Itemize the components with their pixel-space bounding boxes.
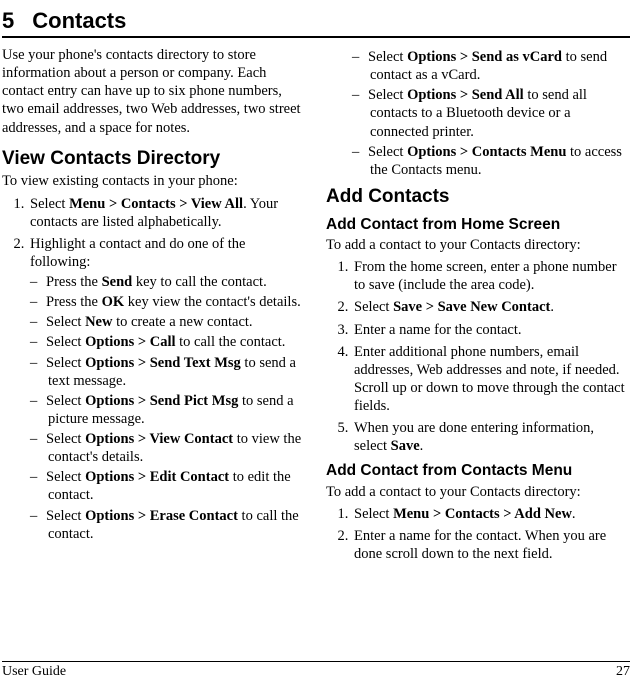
text: Press the [46,274,102,290]
bold: Menu > Contacts > View All [69,196,243,212]
page-footer: User Guide 27 [2,661,630,680]
page-number: 27 [616,664,630,680]
text: Select [368,49,407,65]
text: Select [30,196,69,212]
bold: Save [391,438,420,454]
step-2: Highlight a contact and do one of the fo… [28,235,306,543]
substep: –Select Options > Edit Contact to edit t… [30,468,306,504]
substep: –Press the Send key to call the contact. [30,273,306,291]
list-item: Select Save > Save New Contact. [352,298,630,316]
text: Select [46,431,85,447]
footer-left: User Guide [2,664,66,680]
chapter-name: Contacts [32,8,126,33]
list-item: Enter a name for the contact. [352,321,630,339]
bold: New [85,314,112,330]
text: Select [354,299,393,315]
text: Select [46,508,85,524]
bold: Send [102,274,133,290]
text: key to call the contact. [132,274,266,290]
text: Select [46,469,85,485]
bold: Options > Call [85,334,175,350]
text: to create a new contact. [112,314,252,330]
page: 5 Contacts Use your phone's contacts dire… [0,0,638,688]
column-left: Use your phone's contacts directory to s… [2,46,306,661]
bold: Options > Send as vCard [407,49,562,65]
bold: Options > Edit Contact [85,469,229,485]
add-menu-steps: Select Menu > Contacts > Add New. Enter … [326,505,630,563]
view-contacts-steps: Select Menu > Contacts > View All. Your … [2,195,306,543]
heading-view-contacts: View Contacts Directory [2,147,306,171]
chapter-number: 5 [2,8,14,33]
list-item: Enter additional phone numbers, email ad… [352,343,630,416]
add-home-steps: From the home screen, enter a phone numb… [326,258,630,455]
text: key view the contact's details. [124,294,301,310]
heading-add-from-home: Add Contact from Home Screen [326,215,630,234]
columns: Use your phone's contacts directory to s… [2,46,630,661]
text: . [420,438,424,454]
chapter-header: 5 Contacts [2,8,630,38]
substep: –Select Options > Send as vCard to send … [352,48,630,84]
substeps-continued: –Select Options > Send as vCard to send … [326,48,630,179]
list-item: Select Menu > Contacts > Add New. [352,505,630,523]
text: . [572,506,576,522]
add-menu-lead: To add a contact to your Contacts direct… [326,483,630,501]
view-contacts-lead: To view existing contacts in your phone: [2,172,306,190]
text: Select [368,144,407,160]
heading-add-from-menu: Add Contact from Contacts Menu [326,461,630,480]
heading-add-contacts: Add Contacts [326,185,630,209]
bold: Save > Save New Contact [393,299,550,315]
bold: Options > Erase Contact [85,508,238,524]
substep: –Select Options > Erase Contact to call … [30,507,306,543]
intro-paragraph: Use your phone's contacts directory to s… [2,46,306,137]
substep: –Select Options > Send Text Msg to send … [30,354,306,390]
text: Select [46,314,85,330]
text: Select [368,87,407,103]
substep: –Select Options > View Contact to view t… [30,430,306,466]
column-right: –Select Options > Send as vCard to send … [326,46,630,661]
text: Select [46,355,85,371]
text: Press the [46,294,102,310]
text: . [550,299,554,315]
substep: –Select New to create a new contact. [30,313,306,331]
step-1: Select Menu > Contacts > View All. Your … [28,195,306,231]
text: Select [46,393,85,409]
bold: Options > Send All [407,87,524,103]
add-home-lead: To add a contact to your Contacts direct… [326,236,630,254]
substep: –Select Options > Call to call the conta… [30,333,306,351]
bold: Options > View Contact [85,431,233,447]
substep: –Select Options > Send Pict Msg to send … [30,392,306,428]
chapter-title: 5 Contacts [2,8,126,33]
list-item: Enter a name for the contact. When you a… [352,527,630,563]
text: Highlight a contact and do one of the fo… [30,236,245,270]
bold: OK [102,294,125,310]
bold: Options > Contacts Menu [407,144,566,160]
substep: –Select Options > Contacts Menu to acces… [352,143,630,179]
list-item: When you are done entering information, … [352,419,630,455]
bold: Options > Send Text Msg [85,355,241,371]
substep: –Press the OK key view the contact's det… [30,293,306,311]
text: Select [46,334,85,350]
list-item: From the home screen, enter a phone numb… [352,258,630,294]
text: to call the contact. [176,334,286,350]
substep: –Select Options > Send All to send all c… [352,86,630,140]
bold: Options > Send Pict Msg [85,393,238,409]
text: Select [354,506,393,522]
bold: Menu > Contacts > Add New [393,506,572,522]
